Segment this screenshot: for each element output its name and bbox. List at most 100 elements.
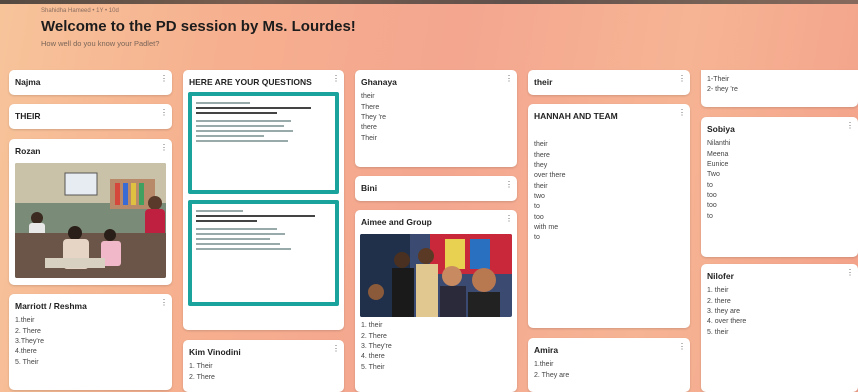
post-title: Ghanaya (361, 77, 397, 87)
answer-item: Eunice (707, 161, 729, 169)
post-menu-icon[interactable]: ⋮ (160, 109, 168, 117)
post-card-hannah-team[interactable]: HANNAH AND TEAM ⋮ their there they over … (528, 104, 690, 328)
answer-item: too (707, 191, 717, 199)
answer-item: 1-Their (707, 76, 730, 83)
answer-item: 5. Their (15, 358, 39, 366)
answer-item: 4. over there (707, 318, 747, 326)
answer-item: 5. Their (361, 363, 385, 371)
post-title: Sobiya (707, 124, 735, 134)
post-card-top-answers[interactable]: 1-Their 2- they 're (701, 70, 858, 107)
post-menu-icon[interactable]: ⋮ (160, 144, 168, 152)
answer-item: Nilanthi (707, 140, 731, 148)
post-card-kim-vinodini[interactable]: Kim Vinodini ⋮ 1. Their 2. There (183, 340, 344, 392)
post-menu-icon[interactable]: ⋮ (160, 299, 168, 307)
answer-item: two (534, 192, 545, 200)
post-card-sobiya[interactable]: Sobiya ⋮ Nilanthi Meena Eunice Two to to… (701, 117, 858, 257)
answer-item: 2. There (361, 332, 387, 340)
post-title: Amira (534, 345, 559, 355)
answer-item: 1. Their (189, 363, 213, 371)
answer-item: their (534, 141, 548, 149)
post-card-ghanaya[interactable]: Ghanaya ⋮ their There They 're there The… (355, 70, 517, 167)
answer-item: to (534, 234, 540, 242)
post-title: Bini (361, 183, 378, 193)
answer-item: 1.their (534, 361, 554, 369)
post-menu-icon[interactable]: ⋮ (846, 122, 854, 130)
post-menu-icon[interactable]: ⋮ (846, 269, 854, 277)
answer-item: Their (361, 134, 377, 142)
answer-item: they (534, 162, 548, 170)
post-menu-icon[interactable]: ⋮ (678, 109, 686, 117)
answer-item: 3. They're (361, 343, 392, 351)
page-subtitle: How well do you know your Padlet? (41, 39, 160, 48)
top-image-strip (0, 0, 858, 4)
post-title: Marriott / Reshma (15, 301, 87, 311)
answer-item: 2. There (189, 373, 215, 381)
post-card-rozan[interactable]: Rozan ⋮ (9, 139, 172, 285)
worksheet-image-2 (188, 200, 339, 307)
post-card-their-lower[interactable]: their ⋮ (528, 70, 690, 95)
answer-item: their (361, 93, 375, 101)
post-card-questions[interactable]: HERE ARE YOUR QUESTIONS ⋮ (183, 70, 344, 330)
answer-item: 2. there (707, 297, 731, 305)
post-title: Nilofer (707, 271, 734, 281)
post-menu-icon[interactable]: ⋮ (505, 181, 513, 189)
post-card-nilofer[interactable]: Nilofer ⋮ 1. their 2. there 3. they are … (701, 264, 858, 392)
post-answers: 1. their 2. there 3. they are 4. over th… (701, 282, 858, 337)
worksheet-image-1 (188, 92, 339, 195)
post-menu-icon[interactable]: ⋮ (332, 345, 340, 353)
answer-item: there (361, 124, 377, 132)
post-title: Kim Vinodini (189, 347, 241, 357)
answer-item: 3.They're (15, 338, 44, 346)
page-title: Welcome to the PD session by Ms. Lourdes… (41, 18, 356, 35)
answer-item: Meena (707, 150, 729, 158)
answer-item: 1.their (15, 317, 35, 325)
answer-item: over there (534, 172, 566, 180)
classroom-photo-graphic (15, 163, 166, 279)
answer-item: 3. they are (707, 308, 741, 316)
post-card-najma[interactable]: Najma ⋮ (9, 70, 172, 95)
answer-item: to (707, 212, 713, 220)
post-card-their[interactable]: THEIR ⋮ (9, 104, 172, 129)
answer-item: too (534, 213, 544, 221)
answer-item: to (707, 181, 713, 189)
answer-item: too (707, 202, 717, 210)
answer-item: 4.there (15, 348, 37, 356)
padlet-header: Shahidha Hameed • 1Y • 10d Welcome to th… (41, 8, 356, 48)
post-menu-icon[interactable]: ⋮ (505, 75, 513, 83)
post-answers: 1-Their 2- they 're (701, 70, 858, 96)
answer-item: There (361, 103, 380, 111)
classroom-photo (15, 163, 166, 279)
answer-item: 2. There (15, 327, 41, 335)
post-card-aimee-group[interactable]: Aimee and Group ⋮ 1. their 2. There 3. T… (355, 210, 517, 392)
post-card-amira[interactable]: Amira ⋮ 1.their 2. They are (528, 338, 690, 392)
post-answers: 1.their 2. There 3.They're 4.there 5. Th… (9, 312, 172, 367)
post-answers: 1. Their 2. There (183, 358, 344, 383)
post-card-marriott-reshma[interactable]: Marriott / Reshma ⋮ 1.their 2. There 3.T… (9, 294, 172, 390)
group-selfie-photo (360, 234, 512, 318)
answer-item: 2- they 're (707, 86, 738, 94)
answer-item: 1. their (707, 287, 729, 295)
answer-item: to (534, 203, 540, 211)
post-title: HERE ARE YOUR QUESTIONS (189, 77, 312, 87)
post-answers: 1.their 2. They are (528, 356, 690, 381)
post-title: Aimee and Group (361, 217, 432, 227)
answer-item: Two (707, 171, 720, 179)
post-menu-icon[interactable]: ⋮ (332, 75, 340, 83)
post-answers: their There They 're there Their (355, 88, 517, 143)
post-title: HANNAH AND TEAM (534, 111, 618, 121)
post-menu-icon[interactable]: ⋮ (505, 215, 513, 223)
answer-item: there (534, 151, 550, 159)
post-answers: their there they over there their two to… (528, 122, 690, 243)
answer-item: 4. there (361, 353, 385, 361)
post-menu-icon[interactable]: ⋮ (678, 75, 686, 83)
post-menu-icon[interactable]: ⋮ (678, 343, 686, 351)
answer-item: 1. their (361, 322, 383, 330)
answer-item: their (534, 182, 548, 190)
answer-item: 5. their (707, 328, 729, 336)
post-menu-icon[interactable]: ⋮ (160, 75, 168, 83)
post-card-bini[interactable]: Bini ⋮ (355, 176, 517, 201)
answer-item: They 're (361, 114, 387, 122)
post-title: Rozan (15, 146, 41, 156)
post-title: Najma (15, 77, 41, 87)
post-answers: Nilanthi Meena Eunice Two to too too to (701, 135, 858, 221)
